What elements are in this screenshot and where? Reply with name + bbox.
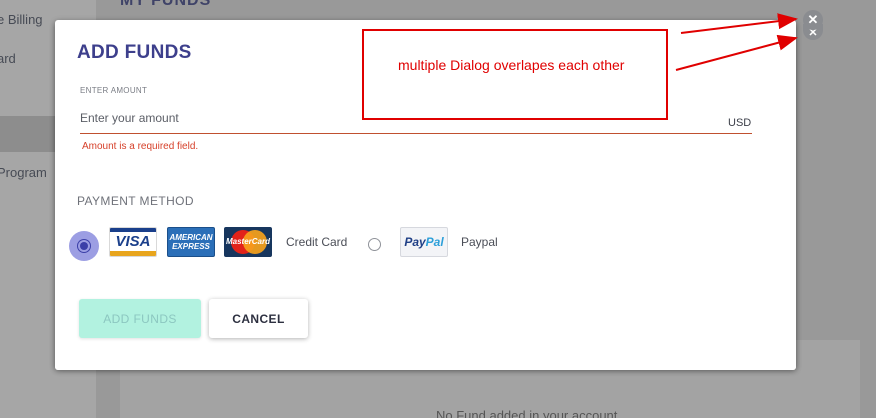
paypal-label[interactable]: Paypal (461, 235, 498, 249)
mastercard-logo-text: MasterCard (225, 237, 270, 246)
annotation-text: multiple Dialog overlapes each other (398, 57, 625, 73)
dialog-title: ADD FUNDS (77, 42, 192, 63)
paypal-radio[interactable] (368, 238, 381, 251)
sidebar-item-billing[interactable]: e Billing (0, 12, 43, 27)
visa-logo-text: VISA (115, 233, 151, 250)
credit-card-label[interactable]: Credit Card (286, 235, 347, 249)
sidebar-item-program[interactable]: Program (0, 165, 47, 180)
amount-error: Amount is a required field. (82, 141, 199, 152)
amex-logo: AMERICAN EXPRESS (167, 227, 215, 257)
amount-label: ENTER AMOUNT (80, 86, 148, 95)
cancel-button[interactable]: CANCEL (209, 299, 308, 338)
add-funds-button[interactable]: ADD FUNDS (79, 299, 201, 338)
annotation-box (362, 29, 668, 120)
radio-selected-dot (80, 242, 88, 250)
credit-card-radio[interactable] (69, 231, 99, 261)
page-title: MY FUNDS (120, 0, 212, 9)
payment-method-label: PAYMENT METHOD (77, 194, 194, 208)
currency-label: USD (728, 117, 752, 129)
sidebar-item-dashboard[interactable]: ard (0, 51, 16, 66)
amex-logo-text: AMERICAN EXPRESS (169, 233, 213, 251)
close-icon[interactable]: ✕ (803, 10, 823, 30)
mastercard-logo: MasterCard (224, 227, 272, 257)
paypal-logo: PayPal (400, 227, 448, 257)
visa-logo: VISA (109, 227, 157, 257)
paypal-logo-text: PayPal (404, 235, 444, 249)
empty-state-text: No Fund added in your account (436, 408, 618, 418)
